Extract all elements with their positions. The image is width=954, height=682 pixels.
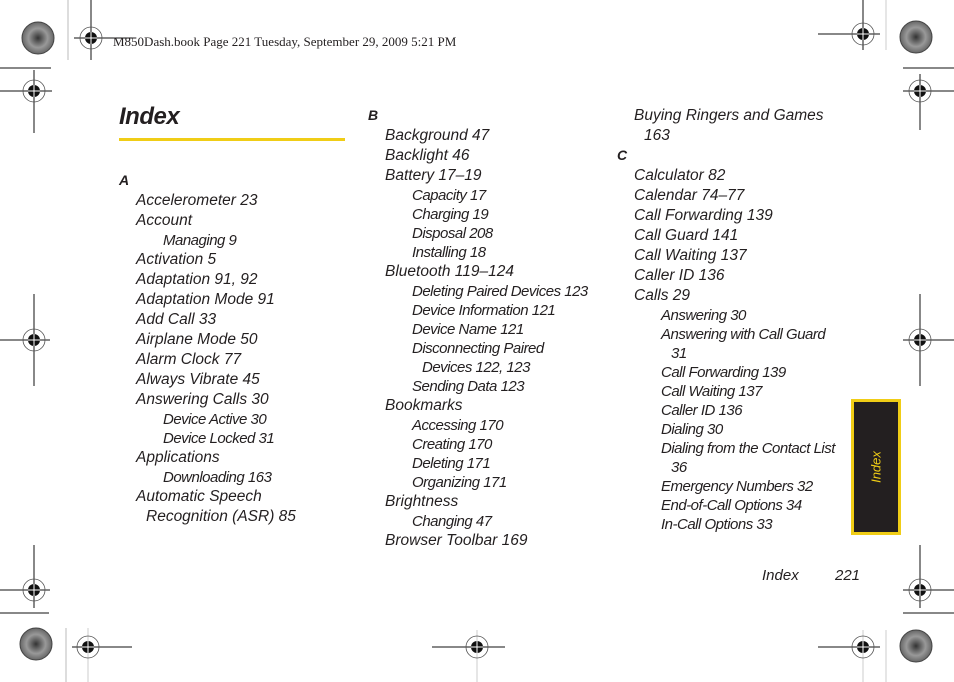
print-header-info: M850Dash.book Page 221 Tuesday, Septembe… xyxy=(113,34,457,49)
index-subentry: Call Forwarding 139 xyxy=(661,364,786,381)
section-side-tab: Index xyxy=(851,399,901,535)
index-subentry: Dialing 30 xyxy=(661,421,723,438)
index-entry: Add Call 33 xyxy=(136,311,217,328)
index-subentry: Disposal 208 xyxy=(412,225,493,242)
index-subentry: Capacity 17 xyxy=(412,187,486,204)
index-entry: Buying Ringers and Games xyxy=(634,107,824,124)
crosshair-icon xyxy=(76,635,100,659)
index-entry: 163 xyxy=(644,127,670,144)
index-entry: Account xyxy=(136,212,193,229)
index-letter-heading: C xyxy=(617,147,628,163)
index-subentry: Downloading 163 xyxy=(163,469,272,486)
footer-section-label: Index xyxy=(762,567,799,584)
index-subentry: Answering 30 xyxy=(661,307,746,324)
crosshair-icon xyxy=(908,79,932,103)
index-entry: Calls 29 xyxy=(634,287,690,304)
crosshair-icon xyxy=(851,635,875,659)
index-entry: Activation 5 xyxy=(136,251,217,268)
index-entry: Battery 17–19 xyxy=(385,167,482,184)
index-entry: Adaptation Mode 91 xyxy=(136,291,275,308)
index-subentry: Call Waiting 137 xyxy=(661,383,762,400)
index-subentry: Managing 9 xyxy=(163,232,237,249)
page-number: 221 xyxy=(835,567,861,584)
crosshair-icon xyxy=(22,328,46,352)
index-subentry: Deleting 171 xyxy=(412,455,491,472)
registration-rosette-icon xyxy=(899,20,933,54)
index-subentry: In-Call Options 33 xyxy=(661,516,773,533)
index-entry: Adaptation 91, 92 xyxy=(136,271,258,288)
index-entry: Caller ID 136 xyxy=(634,267,725,284)
index-letter-heading: A xyxy=(119,172,130,188)
registration-rosette-icon xyxy=(899,629,933,663)
index-subentry: Device Information 121 xyxy=(412,302,556,319)
registration-rosette-icon xyxy=(21,21,55,55)
index-entry: Alarm Clock 77 xyxy=(136,351,242,368)
index-entry: Backlight 46 xyxy=(385,147,470,164)
crosshair-icon xyxy=(22,578,46,602)
crosshair-icon xyxy=(851,22,875,46)
index-entry: Calculator 82 xyxy=(634,167,726,184)
index-entry: Calendar 74–77 xyxy=(634,187,745,204)
index-subentry: Emergency Numbers 32 xyxy=(661,478,813,495)
index-subentry: Device Locked 31 xyxy=(163,430,275,447)
index-subentry: Organizing 171 xyxy=(412,474,507,491)
index-subentry: Creating 170 xyxy=(412,436,492,453)
index-subentry: 36 xyxy=(671,459,687,476)
index-entry: Bluetooth 119–124 xyxy=(385,263,514,280)
crosshair-icon xyxy=(908,578,932,602)
index-entry: Automatic Speech xyxy=(136,488,262,505)
crosshair-icon xyxy=(908,328,932,352)
index-entry: Bookmarks xyxy=(385,397,463,414)
crosshair-icon xyxy=(79,26,103,50)
index-entry: Always Vibrate 45 xyxy=(136,371,260,388)
index-subentry: Installing 18 xyxy=(412,244,486,261)
index-subentry: Caller ID 136 xyxy=(661,402,743,419)
index-entry: Call Waiting 137 xyxy=(634,247,747,264)
index-subentry: 31 xyxy=(671,345,687,362)
crosshair-icon xyxy=(22,79,46,103)
index-entry: Recognition (ASR) 85 xyxy=(146,508,296,525)
crosshair-icon xyxy=(465,635,489,659)
index-entry: Applications xyxy=(136,449,220,466)
index-entry: Call Guard 141 xyxy=(634,227,739,244)
index-entry: Answering Calls 30 xyxy=(136,391,269,408)
side-tab-label: Index xyxy=(868,451,884,483)
index-subentry: Device Active 30 xyxy=(163,411,267,428)
index-subentry: Accessing 170 xyxy=(412,417,504,434)
index-subentry: Dialing from the Contact List xyxy=(661,440,835,457)
index-subentry: Devices 122, 123 xyxy=(422,359,530,376)
index-entry: Background 47 xyxy=(385,127,490,144)
index-entry: Browser Toolbar 169 xyxy=(385,532,528,549)
index-subentry: Answering with Call Guard xyxy=(661,326,826,343)
title-underline xyxy=(119,138,345,141)
index-entry: Brightness xyxy=(385,493,459,510)
index-letter-heading: B xyxy=(368,107,379,123)
index-entry: Accelerometer 23 xyxy=(136,192,258,209)
index-subentry: Device Name 121 xyxy=(412,321,524,338)
index-subentry: Disconnecting Paired xyxy=(412,340,544,357)
index-subentry: Sending Data 123 xyxy=(412,378,525,395)
index-subentry: End-of-Call Options 34 xyxy=(661,497,802,514)
index-entry: Airplane Mode 50 xyxy=(136,331,258,348)
index-subentry: Deleting Paired Devices 123 xyxy=(412,283,588,300)
index-subentry: Charging 19 xyxy=(412,206,489,223)
registration-rosette-icon xyxy=(19,627,53,661)
index-subentry: Changing 47 xyxy=(412,513,492,530)
index-entry: Call Forwarding 139 xyxy=(634,207,773,224)
page-title: Index xyxy=(119,103,180,130)
